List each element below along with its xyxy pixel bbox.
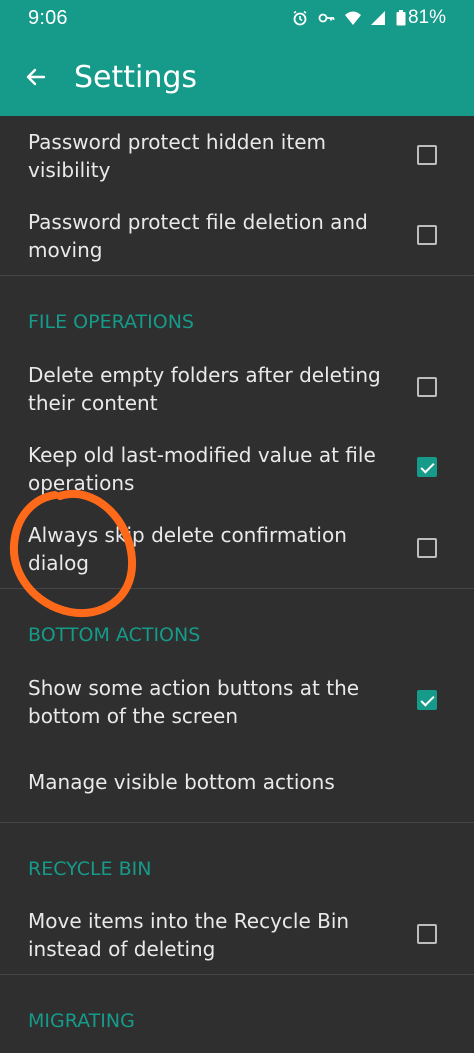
setting-label: Keep old last-modified value at file ope… <box>28 443 376 495</box>
setting-label: Show some action buttons at the bottom o… <box>28 676 360 728</box>
setting-label: Password protect hidden item visibility <box>28 130 326 182</box>
setting-hidden-item-password[interactable]: Password protect hidden item visibility <box>0 128 474 184</box>
setting-label: Manage visible bottom actions <box>28 770 335 794</box>
divider <box>0 974 474 975</box>
checkbox-hidden-item-password[interactable] <box>417 145 437 165</box>
setting-delete-empty-folders[interactable]: Delete empty folders after deleting thei… <box>0 361 474 417</box>
wifi-icon <box>344 10 361 26</box>
settings-list: Password protect hidden item visibility … <box>0 116 474 1053</box>
setting-manage-bottom-actions[interactable]: Manage visible bottom actions <box>0 768 474 796</box>
battery-icon: 81% <box>396 7 446 29</box>
checkbox-show-bottom-actions[interactable] <box>417 690 437 710</box>
section-header-recycle-bin: RECYCLE BIN <box>28 858 152 880</box>
status-bar: 9:06 81% <box>0 0 474 38</box>
setting-file-deletion-password[interactable]: Password protect file deletion and movin… <box>0 208 474 264</box>
checkbox-file-deletion-password[interactable] <box>417 225 437 245</box>
app-bar: Settings <box>0 38 474 116</box>
section-header-file-operations: FILE OPERATIONS <box>28 311 194 333</box>
setting-skip-delete-confirmation[interactable]: Always skip delete confirmation dialog <box>0 521 474 577</box>
section-header-migrating: MIGRATING <box>28 1010 135 1032</box>
alarm-icon <box>292 10 308 26</box>
setting-keep-last-modified[interactable]: Keep old last-modified value at file ope… <box>0 441 474 497</box>
divider <box>0 275 474 276</box>
checkbox-recycle-bin-move[interactable] <box>417 924 437 944</box>
setting-show-bottom-actions[interactable]: Show some action buttons at the bottom o… <box>0 674 474 730</box>
setting-recycle-bin-move[interactable]: Move items into the Recycle Bin instead … <box>0 907 474 963</box>
setting-label: Password protect file deletion and movin… <box>28 210 368 262</box>
battery-percent: 81% <box>407 7 446 28</box>
setting-label: Move items into the Recycle Bin instead … <box>28 909 350 961</box>
checkbox-keep-last-modified[interactable] <box>417 457 437 477</box>
divider <box>0 588 474 589</box>
status-time: 9:06 <box>28 7 68 29</box>
arrow-back-icon[interactable] <box>22 63 50 91</box>
checkbox-delete-empty-folders[interactable] <box>417 377 437 397</box>
setting-label: Always skip delete confirmation dialog <box>28 523 347 575</box>
divider <box>0 822 474 823</box>
status-icons: 81% <box>292 7 446 29</box>
key-icon <box>318 10 335 26</box>
checkbox-skip-delete-confirmation[interactable] <box>417 538 437 558</box>
section-header-bottom-actions: BOTTOM ACTIONS <box>28 624 201 646</box>
setting-label: Delete empty folders after deleting thei… <box>28 363 381 415</box>
page-title: Settings <box>74 59 198 95</box>
signal-icon <box>370 10 386 26</box>
